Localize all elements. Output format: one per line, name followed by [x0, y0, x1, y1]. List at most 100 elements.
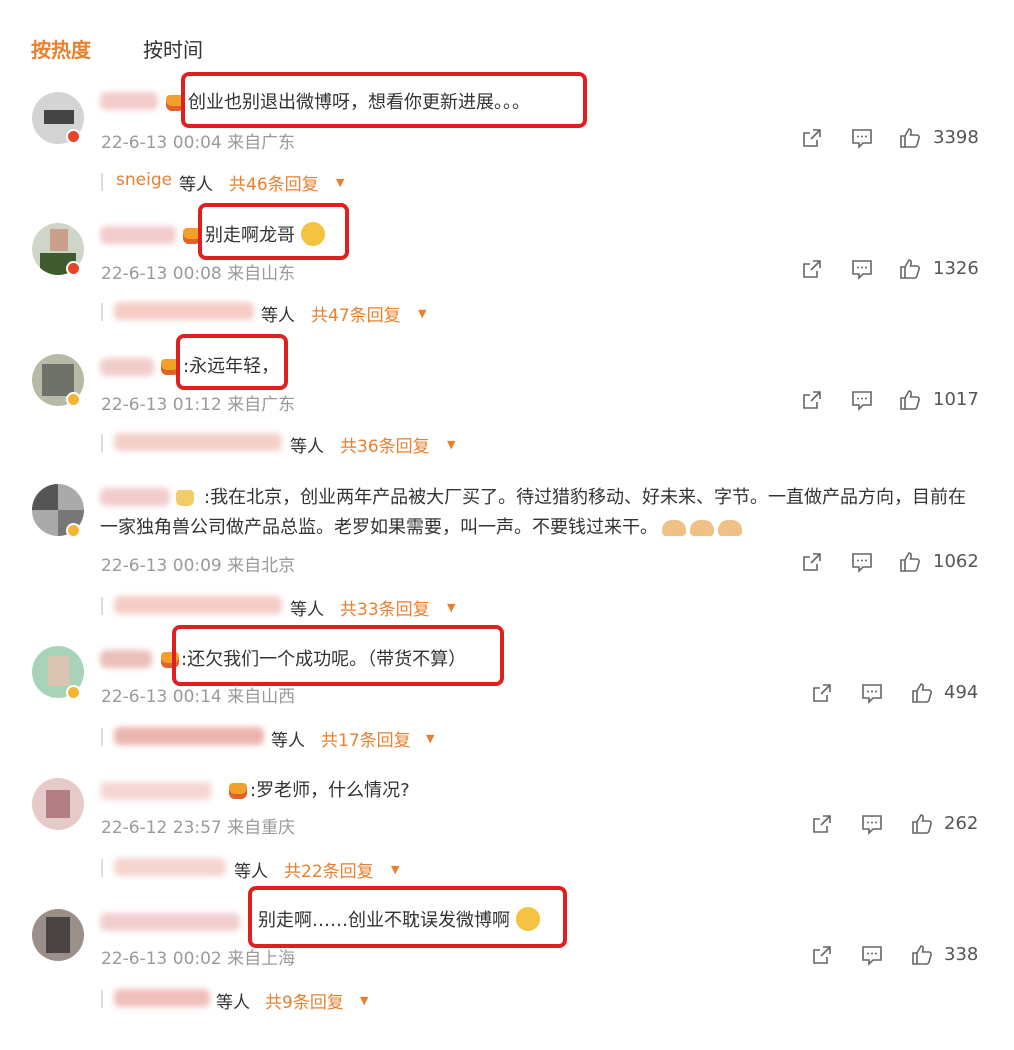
- reply-etc: 等人: [216, 993, 250, 1013]
- avatar[interactable]: [32, 909, 84, 961]
- blurred-reply-usernames[interactable]: [114, 727, 264, 745]
- folded-hands-emoji-icon: [690, 520, 714, 536]
- blurred-username[interactable]: [100, 782, 212, 800]
- comment-location: 来自山东: [227, 264, 296, 284]
- comment-list-screen: 按热度 按时间 创业也别退出微博呀，想看你更新进展。。。 22-6-13 00:…: [0, 0, 1014, 1050]
- comment-date: 22-6-12 23:57: [101, 818, 222, 838]
- blurred-username[interactable]: [100, 226, 176, 244]
- verified-badge-icon: [66, 685, 81, 700]
- comment-icon[interactable]: [850, 126, 874, 150]
- highlight-box: [172, 625, 504, 686]
- reply-etc: 等人: [290, 600, 324, 620]
- chevron-down-icon[interactable]: ▼: [336, 176, 344, 189]
- reply-divider: [101, 859, 103, 877]
- highlight-box: [176, 334, 288, 390]
- like-count: 3398: [933, 127, 979, 148]
- like-icon[interactable]: [898, 257, 922, 281]
- verified-badge-icon: [66, 523, 81, 538]
- blurred-reply-usernames[interactable]: [114, 989, 210, 1007]
- comment-date: 22-6-13 00:14: [101, 687, 222, 707]
- verified-badge-icon: [66, 129, 81, 144]
- comment-location: 来自广东: [227, 133, 296, 153]
- chevron-down-icon[interactable]: ▼: [447, 601, 455, 614]
- reply-divider: [101, 434, 103, 452]
- reply-count-link[interactable]: 共46条回复: [229, 170, 319, 195]
- reply-count-link[interactable]: 共47条回复: [311, 301, 401, 326]
- reply-divider: [101, 303, 103, 321]
- chevron-down-icon[interactable]: ▼: [418, 307, 426, 320]
- crown-icon: [229, 783, 247, 799]
- like-icon[interactable]: [898, 126, 922, 150]
- reply-etc: 等人: [271, 731, 305, 751]
- like-count: 1062: [933, 551, 979, 572]
- comment-date: 22-6-13 00:08: [101, 264, 222, 284]
- reply-etc: 等人: [234, 862, 268, 882]
- tab-by-hotness[interactable]: 按热度: [31, 34, 91, 63]
- share-icon[interactable]: [800, 388, 824, 412]
- share-icon[interactable]: [810, 812, 834, 836]
- reply-etc: 等人: [179, 175, 213, 195]
- folded-hands-emoji-icon: [662, 520, 686, 536]
- share-icon[interactable]: [800, 257, 824, 281]
- comment-date: 22-6-13 00:02: [101, 949, 222, 969]
- comment-icon[interactable]: [860, 943, 884, 967]
- comment-date: 22-6-13 01:12: [101, 395, 222, 415]
- comment-location: 来自北京: [227, 556, 296, 576]
- chevron-down-icon[interactable]: ▼: [360, 994, 368, 1007]
- like-icon[interactable]: [898, 388, 922, 412]
- reply-etc: 等人: [290, 437, 324, 457]
- reply-divider: [101, 597, 103, 615]
- like-icon[interactable]: [910, 812, 934, 836]
- blurred-reply-usernames[interactable]: [114, 433, 282, 451]
- comment-location: 来自广东: [227, 395, 296, 415]
- comment-text: :罗老师，什么情况?: [250, 780, 410, 801]
- like-icon[interactable]: [910, 943, 934, 967]
- highlight-box: [248, 886, 567, 948]
- like-count: 494: [944, 682, 979, 703]
- comment-icon[interactable]: [850, 388, 874, 412]
- comment-location: 来自山西: [227, 687, 296, 707]
- reply-divider: [101, 728, 103, 746]
- verified-badge-icon: [66, 392, 81, 407]
- share-icon[interactable]: [810, 681, 834, 705]
- reply-etc: 等人: [261, 306, 295, 326]
- comment-location: 来自上海: [227, 949, 296, 969]
- comment-icon[interactable]: [860, 681, 884, 705]
- blurred-username[interactable]: [100, 358, 154, 376]
- blurred-username[interactable]: [100, 650, 152, 668]
- reply-count-link[interactable]: 共9条回复: [265, 988, 344, 1013]
- reply-usernames[interactable]: sneige: [116, 170, 172, 190]
- comment-icon[interactable]: [860, 812, 884, 836]
- blurred-username[interactable]: [100, 913, 240, 931]
- reply-count-link[interactable]: 共17条回复: [321, 726, 411, 751]
- comment-date: 22-6-13 00:04: [101, 133, 222, 153]
- blurred-reply-usernames[interactable]: [114, 596, 282, 614]
- share-icon[interactable]: [810, 943, 834, 967]
- tab-by-time[interactable]: 按时间: [143, 34, 203, 63]
- reply-divider: [101, 990, 103, 1008]
- like-count: 1326: [933, 258, 979, 279]
- like-icon[interactable]: [910, 681, 934, 705]
- blurred-username[interactable]: [100, 92, 158, 110]
- share-icon[interactable]: [800, 550, 824, 574]
- reply-count-link[interactable]: 共22条回复: [284, 857, 374, 882]
- reply-count-link[interactable]: 共33条回复: [340, 595, 430, 620]
- blurred-reply-usernames[interactable]: [114, 302, 254, 320]
- chevron-down-icon[interactable]: ▼: [447, 438, 455, 451]
- avatar[interactable]: [32, 778, 84, 830]
- highlight-box: [198, 203, 349, 260]
- like-count: 262: [944, 813, 979, 834]
- highlight-box: [181, 72, 587, 128]
- folded-hands-emoji-icon: [718, 520, 742, 536]
- chevron-down-icon[interactable]: ▼: [426, 732, 434, 745]
- comment-icon[interactable]: [850, 257, 874, 281]
- comment-location: 来自重庆: [227, 818, 296, 838]
- share-icon[interactable]: [800, 126, 824, 150]
- comment-icon[interactable]: [850, 550, 874, 574]
- comment-text: :我在北京，创业两年产品被大厂买了。待过猎豹移动、好未来、字节。一直做产品方向，…: [100, 487, 967, 538]
- chevron-down-icon[interactable]: ▼: [391, 863, 399, 876]
- like-icon[interactable]: [898, 550, 922, 574]
- reply-count-link[interactable]: 共36条回复: [340, 432, 430, 457]
- blurred-reply-usernames[interactable]: [114, 858, 226, 876]
- like-count: 338: [944, 944, 979, 965]
